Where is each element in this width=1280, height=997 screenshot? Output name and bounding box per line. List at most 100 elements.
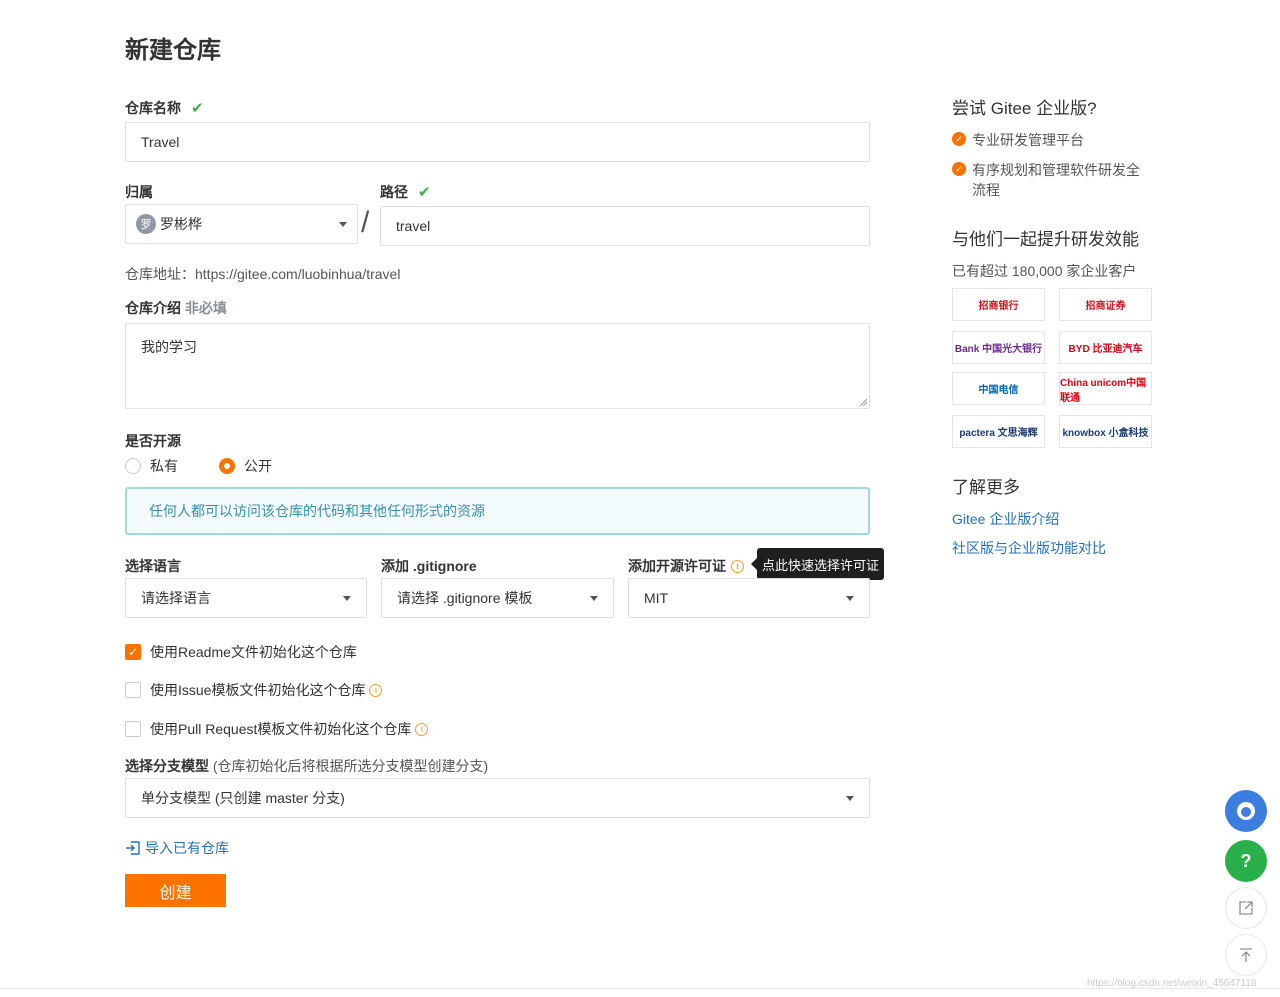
share-fab[interactable] bbox=[1225, 887, 1267, 929]
license-tooltip: 点此快速选择许可证 bbox=[757, 548, 884, 580]
path-input[interactable]: travel bbox=[380, 206, 870, 246]
repo-name-input[interactable]: Travel bbox=[125, 122, 870, 162]
logo-knowbox-text: knowbox 小盒科技 bbox=[1062, 428, 1149, 439]
check-circle-icon: ✓ bbox=[952, 162, 966, 176]
issue-checkbox[interactable] bbox=[125, 682, 141, 698]
chevron-down-icon bbox=[846, 595, 854, 601]
intro-value: 我的学习 bbox=[141, 339, 197, 355]
intro-optional: 非必填 bbox=[184, 300, 227, 316]
repo-name-label-text: 仓库名称 bbox=[125, 100, 181, 116]
branch-model-value: 单分支模型 (只创建 master 分支) bbox=[141, 790, 345, 806]
import-repo-link[interactable]: 导入已有仓库 bbox=[125, 838, 229, 858]
check-circle-icon: ✓ bbox=[952, 132, 966, 146]
chevron-down-icon bbox=[846, 795, 854, 801]
language-label: 选择语言 bbox=[125, 558, 181, 574]
sidebar-customers-text: 已有超过 180,000 家企业客户 bbox=[952, 263, 1137, 279]
pr-checkbox[interactable] bbox=[125, 721, 141, 737]
sidebar-feature-1: ✓ 专业研发管理平台 bbox=[952, 130, 1152, 150]
readme-checkbox[interactable]: ✓ bbox=[125, 644, 141, 660]
path-value: travel bbox=[396, 218, 431, 234]
logo-ceb-text: Bank 中国光大银行 bbox=[954, 344, 1043, 355]
back-to-top-fab[interactable] bbox=[1225, 934, 1267, 976]
sidebar-feature-2-text: 有序规划和管理软件研发全流程 bbox=[972, 162, 1140, 198]
info-icon[interactable]: i bbox=[415, 722, 429, 736]
logo-telecom: 中国电信 bbox=[952, 372, 1045, 405]
radio-public-circle[interactable] bbox=[219, 458, 235, 474]
logo-unicom: China unicom中国联通 bbox=[1059, 372, 1152, 405]
chat-fab[interactable] bbox=[1225, 790, 1267, 832]
intro-textarea[interactable]: 我的学习 bbox=[125, 323, 870, 409]
intro-label: 仓库介绍 非必填 bbox=[125, 298, 227, 318]
sidebar-feature-2: ✓ 有序规划和管理软件研发全流程 bbox=[952, 160, 1152, 200]
gitignore-value: 请选择 .gitignore 模板 bbox=[397, 590, 533, 606]
branch-model-label-text: 选择分支模型 bbox=[125, 758, 209, 774]
language-select[interactable]: 请选择语言 bbox=[125, 578, 367, 618]
info-icon[interactable]: i bbox=[369, 683, 383, 697]
logo-ceb: Bank 中国光大银行 bbox=[952, 331, 1045, 364]
logo-pactera: pactera 文思海辉 bbox=[952, 415, 1045, 448]
owner-select[interactable]: 罗 罗彬桦 bbox=[125, 204, 358, 244]
visibility-notice: 任何人都可以访问该仓库的代码和其他任何形式的资源 bbox=[125, 487, 870, 535]
path-separator: / bbox=[361, 206, 370, 239]
radio-private[interactable]: 私有 bbox=[125, 456, 178, 476]
license-select[interactable]: MIT bbox=[628, 578, 870, 618]
import-repo-link-text: 导入已有仓库 bbox=[145, 840, 229, 856]
sidebar-link-compare[interactable]: 社区版与企业版功能对比 bbox=[952, 538, 1106, 558]
chat-icon bbox=[1237, 802, 1255, 820]
visibility-notice-text: 任何人都可以访问该仓库的代码和其他任何形式的资源 bbox=[149, 503, 485, 519]
logo-telecom-text: 中国电信 bbox=[978, 385, 1019, 396]
visibility-label: 是否开源 bbox=[125, 433, 181, 449]
sidebar-learn-title: 了解更多 bbox=[952, 478, 1020, 497]
logo-byd: BYD 比亚迪汽车 bbox=[1059, 331, 1152, 364]
sidebar-feature-1-text: 专业研发管理平台 bbox=[972, 132, 1084, 148]
license-label-text: 添加开源许可证 bbox=[628, 558, 726, 574]
radio-public[interactable]: 公开 bbox=[219, 456, 272, 476]
repo-name-value: Travel bbox=[141, 134, 180, 150]
repo-name-label: 仓库名称 ✔ bbox=[125, 98, 204, 118]
license-label: 添加开源许可证 i bbox=[628, 556, 744, 576]
share-icon bbox=[1239, 901, 1253, 915]
readme-checkbox-row[interactable]: ✓ 使用Readme文件初始化这个仓库 bbox=[125, 642, 357, 662]
chevron-down-icon bbox=[343, 595, 351, 601]
radio-private-label: 私有 bbox=[150, 458, 178, 474]
gitignore-select[interactable]: 请选择 .gitignore 模板 bbox=[381, 578, 614, 618]
resize-handle-icon[interactable] bbox=[858, 397, 868, 407]
logo-cmb: 招商银行 bbox=[952, 288, 1045, 321]
issue-checkbox-row[interactable]: 使用Issue模板文件初始化这个仓库 i bbox=[125, 680, 383, 700]
sidebar-link-enterprise[interactable]: Gitee 企业版介绍 bbox=[952, 509, 1059, 529]
logo-cms-text: 招商证券 bbox=[1085, 301, 1126, 312]
import-icon bbox=[126, 841, 140, 855]
avatar: 罗 bbox=[136, 214, 156, 234]
bottom-divider bbox=[0, 988, 1280, 989]
logo-byd-text: BYD 比亚迪汽车 bbox=[1068, 344, 1143, 355]
gitignore-label: 添加 .gitignore bbox=[381, 558, 477, 574]
chevron-down-icon bbox=[339, 221, 347, 227]
language-value: 请选择语言 bbox=[141, 590, 211, 606]
logo-knowbox: knowbox 小盒科技 bbox=[1059, 415, 1152, 448]
sidebar-try-title: 尝试 Gitee 企业版? bbox=[952, 99, 1097, 118]
info-icon[interactable]: i bbox=[731, 559, 744, 573]
pr-checkbox-row[interactable]: 使用Pull Request模板文件初始化这个仓库 i bbox=[125, 719, 429, 739]
radio-public-label: 公开 bbox=[244, 458, 272, 474]
check-icon: ✔ bbox=[418, 184, 431, 201]
branch-model-select[interactable]: 单分支模型 (只创建 master 分支) bbox=[125, 778, 870, 818]
logo-unicom-text: China unicom中国联通 bbox=[1060, 377, 1147, 404]
owner-label: 归属 bbox=[125, 184, 153, 200]
license-value: MIT bbox=[644, 590, 669, 606]
question-icon: ? bbox=[1240, 850, 1252, 871]
arrow-up-icon bbox=[1240, 948, 1252, 962]
readme-checkbox-label: 使用Readme文件初始化这个仓库 bbox=[150, 644, 357, 660]
branch-model-label: 选择分支模型 (仓库初始化后将根据所选分支模型创建分支) bbox=[125, 756, 488, 776]
intro-label-text: 仓库介绍 bbox=[125, 300, 181, 316]
sidebar-together-title: 与他们一起提升研发效能 bbox=[952, 230, 1139, 249]
radio-private-circle[interactable] bbox=[125, 458, 141, 474]
branch-model-note: (仓库初始化后将根据所选分支模型创建分支) bbox=[212, 758, 489, 774]
logo-cms: 招商证券 bbox=[1059, 288, 1152, 321]
owner-value: 罗彬桦 bbox=[160, 216, 202, 232]
page-title: 新建仓库 bbox=[125, 37, 221, 64]
logo-pactera-text: pactera 文思海辉 bbox=[959, 428, 1038, 439]
path-label: 路径 ✔ bbox=[380, 182, 431, 202]
create-button[interactable]: 创建 bbox=[125, 874, 226, 907]
chevron-down-icon bbox=[590, 595, 598, 601]
help-fab[interactable]: ? bbox=[1225, 840, 1267, 882]
